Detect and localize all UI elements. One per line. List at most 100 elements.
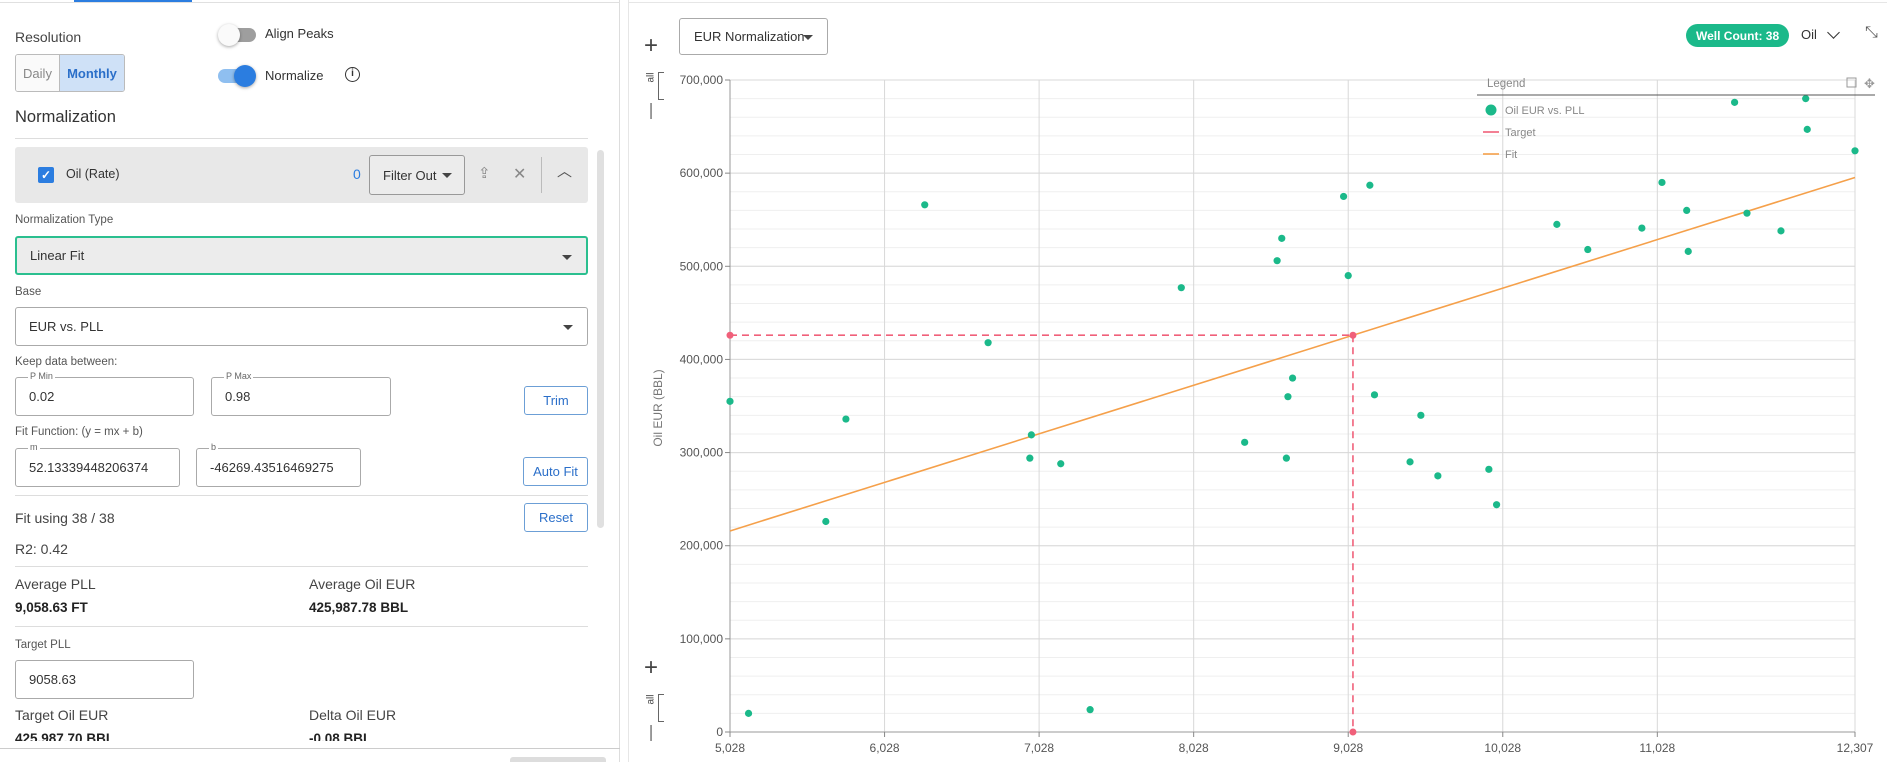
normalization-type-value: Linear Fit	[30, 248, 85, 263]
r2-text: R2: 0.42	[15, 541, 68, 557]
data-point	[1282, 454, 1290, 462]
y-axis-label: Oil EUR (BBL)	[651, 369, 665, 446]
normalize-label: Normalize	[265, 68, 324, 83]
reset-button[interactable]: Reset	[524, 503, 588, 532]
base-value: EUR vs. PLL	[29, 319, 104, 334]
trim-button[interactable]: Trim	[524, 386, 588, 415]
legend-move-icon[interactable]: ✥	[1864, 76, 1875, 91]
target-marker	[1349, 331, 1357, 339]
data-point	[1339, 192, 1348, 201]
scatter-chart[interactable]: 0 100,000 200,000 300,000 400,000 500,000 600,…	[629, 0, 1887, 762]
upload-icon[interactable]: ⇪	[478, 164, 491, 182]
y-tick-label: 200,000	[680, 539, 724, 553]
p-max-value: 0.98	[225, 389, 251, 404]
normalize-switch[interactable]	[218, 65, 256, 87]
data-point	[842, 415, 850, 423]
filter-mode-select[interactable]: Filter Out	[369, 155, 465, 195]
y-axis-ticks: 0 100,000 200,000 300,000 400,000 500,000 600,…	[680, 73, 730, 739]
p-max-label: P Max	[224, 371, 254, 381]
resolution-monthly-button[interactable]: Monthly	[60, 55, 124, 91]
p-max-input[interactable]: P Max 0.98	[211, 371, 391, 416]
x-tick-label: 12,307	[1837, 741, 1874, 755]
delta-oil-eur-value: -0.08 BBL	[309, 731, 372, 741]
b-input[interactable]: b -46269.43516469275	[196, 442, 361, 487]
fit-function-label: Fit Function: (y = mx + b)	[15, 426, 143, 438]
normalization-type-select[interactable]: Linear Fit	[15, 236, 588, 275]
data-point	[1684, 247, 1692, 255]
auto-fit-button[interactable]: Auto Fit	[523, 457, 588, 486]
divider	[0, 748, 620, 749]
data-point	[744, 709, 753, 717]
chevron-up-icon[interactable]: ︿	[557, 160, 572, 181]
target-marker	[1349, 728, 1357, 736]
m-input[interactable]: m 52.13339448206374	[15, 442, 180, 487]
y-tick-label: 0	[716, 725, 723, 739]
data-point	[1177, 284, 1185, 292]
normalization-panel: Resolution Daily Monthly Align Peaks Nor…	[0, 0, 620, 762]
oil-rate-checkbox[interactable]: ✓	[38, 167, 54, 183]
resolution-daily-button[interactable]: Daily	[16, 55, 60, 91]
data-point	[1731, 98, 1739, 106]
m-label: m	[28, 442, 40, 452]
divider	[15, 626, 588, 627]
chart-legend: Legend ✥ Oil EUR vs. PLL Target Fit	[1477, 76, 1875, 161]
x-tick-label: 5,028	[715, 741, 745, 755]
base-select[interactable]: EUR vs. PLL	[15, 307, 588, 346]
target-pll-value: 9058.63	[29, 672, 76, 687]
data-point	[1086, 706, 1094, 714]
data-point	[1584, 245, 1592, 254]
average-oil-eur-label: Average Oil EUR	[309, 576, 416, 592]
keep-data-label: Keep data between:	[15, 356, 118, 368]
oil-rate-header: ✓ Oil (Rate) 0 Filter Out ⇪ ✕ ︿	[15, 147, 588, 203]
target-oil-eur-value: 425,987.70 BBL	[15, 731, 115, 741]
legend-item-target: Target	[1505, 127, 1536, 139]
b-value: -46269.43516469275	[210, 460, 334, 475]
vertical-scrollbar[interactable]	[597, 150, 604, 528]
data-point	[822, 517, 830, 526]
resolution-label: Resolution	[15, 29, 82, 45]
x-tick-label: 7,028	[1024, 741, 1054, 755]
caret-down-icon	[563, 325, 573, 330]
divider	[15, 138, 588, 139]
align-peaks-switch[interactable]	[218, 24, 256, 46]
data-points	[726, 95, 1859, 717]
data-point	[1273, 257, 1281, 265]
data-point	[1485, 465, 1493, 473]
divider	[15, 566, 588, 567]
data-point	[1241, 438, 1249, 446]
data-point	[1492, 501, 1501, 509]
align-peaks-label: Align Peaks	[265, 26, 334, 41]
major-gridlines	[729, 79, 1856, 733]
close-icon[interactable]: ✕	[513, 164, 526, 184]
chart-panel: EUR Normalization Well Count: 38 Oil ⤡ +…	[628, 0, 1887, 762]
base-label: Base	[15, 286, 42, 298]
data-point	[1658, 178, 1666, 187]
filter-mode-value: Filter Out	[383, 167, 437, 183]
x-tick-label: 9,028	[1333, 741, 1363, 755]
target-pll-label: Target PLL	[15, 639, 71, 651]
data-point	[1777, 227, 1785, 235]
data-point	[1638, 224, 1646, 232]
data-point	[1027, 431, 1035, 439]
average-pll-value: 9,058.63 FT	[15, 600, 88, 615]
legend-points-marker	[1485, 104, 1497, 116]
switch-knob	[218, 24, 240, 46]
horizontal-scrollbar[interactable]	[510, 757, 606, 762]
y-tick-label: 700,000	[680, 73, 724, 87]
data-point	[1278, 234, 1286, 242]
data-point	[1288, 374, 1297, 382]
info-icon[interactable]: i	[345, 67, 360, 82]
fit-using-text: Fit using 38 / 38	[15, 510, 115, 526]
data-point	[1366, 181, 1374, 189]
target-marker	[726, 331, 734, 339]
data-point	[1802, 95, 1810, 103]
data-point	[1553, 220, 1561, 228]
p-min-input[interactable]: P Min 0.02	[15, 371, 194, 416]
x-axis-ticks: 5,028 6,028 7,028 8,028 9,028 10,028 11,028 12,…	[715, 732, 1874, 755]
average-pll-label: Average PLL	[15, 576, 96, 592]
data-point	[921, 201, 929, 209]
b-label: b	[209, 442, 219, 452]
p-min-value: 0.02	[29, 389, 55, 404]
switch-knob	[234, 65, 256, 87]
target-pll-input[interactable]: 9058.63	[15, 660, 194, 699]
